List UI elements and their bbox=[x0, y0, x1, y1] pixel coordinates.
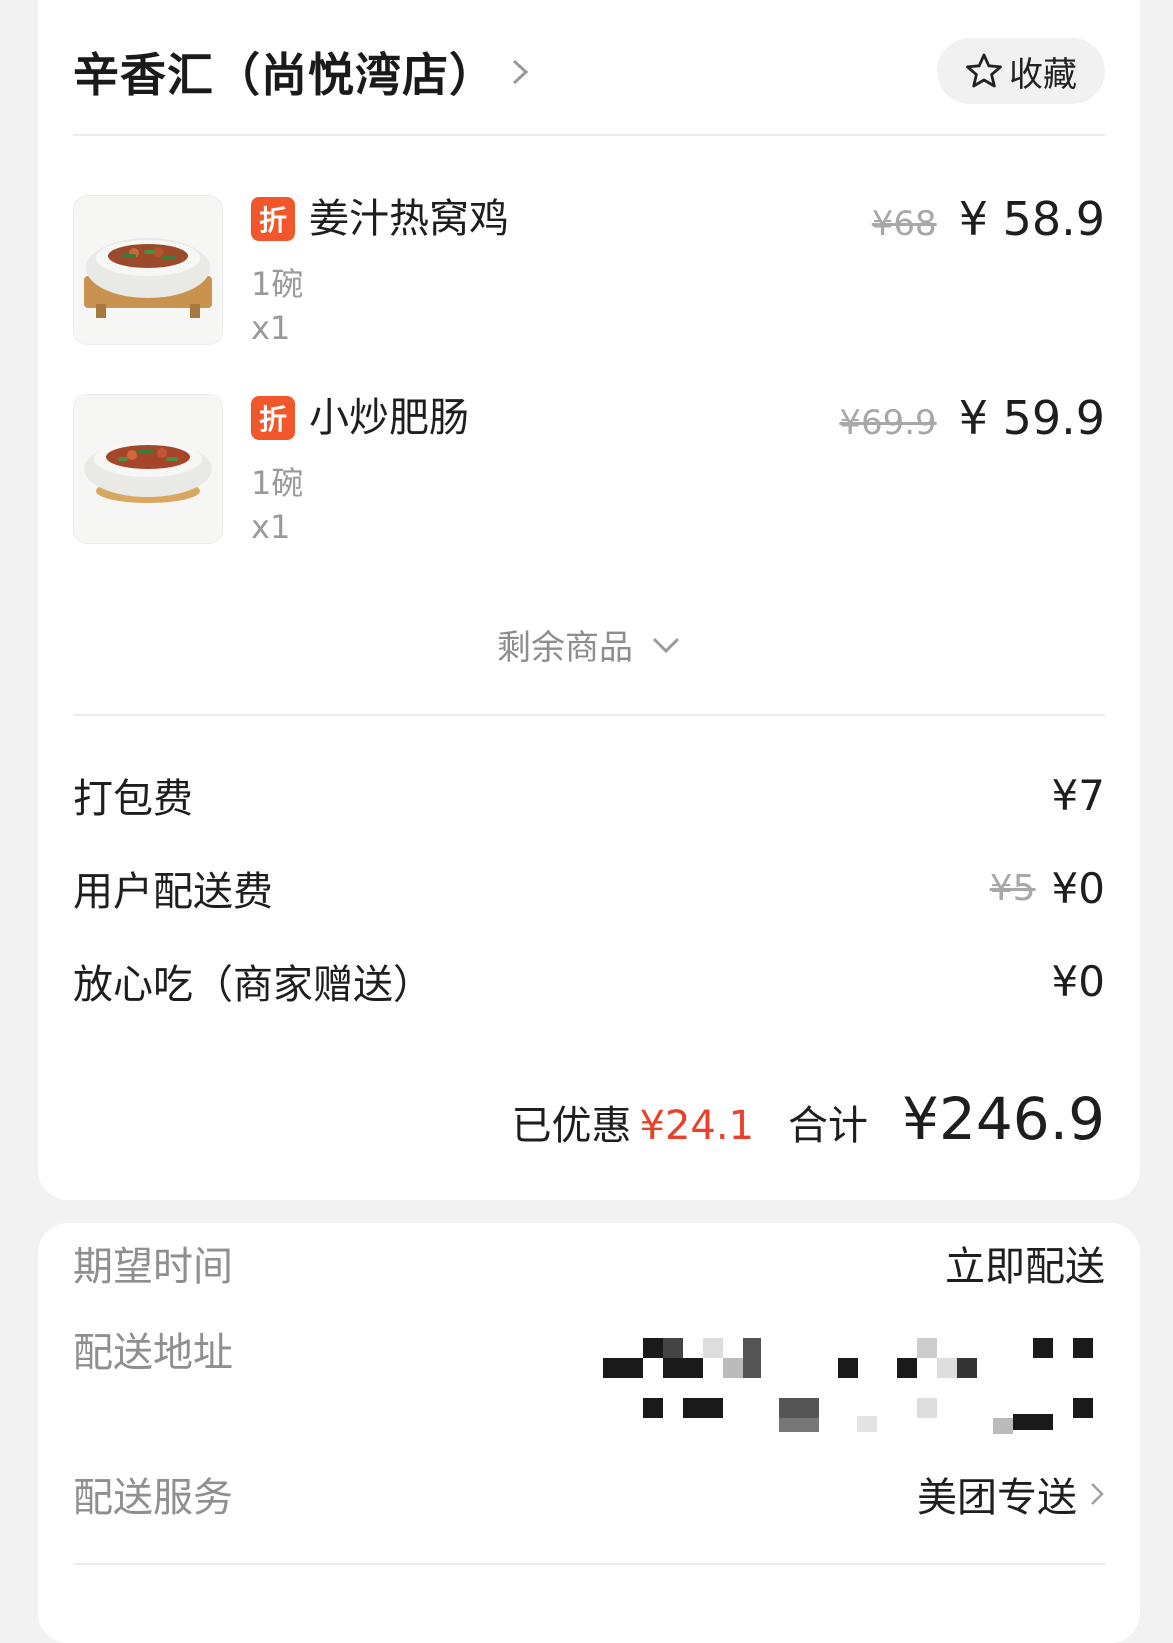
chevron-right-icon bbox=[1091, 1483, 1104, 1505]
discount-badge: 折 bbox=[251, 396, 295, 440]
item-name: 姜汁热窝鸡 bbox=[309, 196, 509, 242]
address-label: 配送地址 bbox=[73, 1330, 233, 1376]
current-price: ¥ 58.9 bbox=[958, 192, 1105, 246]
item-name: 小炒肥肠 bbox=[309, 395, 469, 441]
dish-image bbox=[73, 195, 223, 345]
order-item[interactable]: 折 小炒肥肠 1碗 x1 ¥69.9 ¥ 59.9 bbox=[73, 394, 1105, 546]
fee-amount: ¥7 bbox=[1051, 770, 1105, 820]
chevron-right-icon bbox=[512, 59, 529, 85]
order-total: 已优惠 ¥24.1 合计 ¥246.9 bbox=[512, 1085, 1105, 1153]
delivery-service-row[interactable]: 配送服务 美团专送 bbox=[73, 1465, 1105, 1523]
order-card: 辛香汇（尚悦湾店） 收藏 折 姜汁热窝鸡 1碗 x1 ¥68 ¥ 58.9 折 … bbox=[38, 0, 1140, 1200]
store-name: 辛香汇（尚悦湾店） bbox=[73, 48, 496, 102]
current-price: ¥ 59.9 bbox=[958, 391, 1105, 445]
fee-label: 打包费 bbox=[73, 776, 193, 822]
favorite-label: 收藏 bbox=[1009, 54, 1077, 95]
fee-label: 用户配送费 bbox=[73, 869, 273, 915]
item-spec: 1碗 bbox=[251, 265, 304, 303]
favorite-button[interactable]: 收藏 bbox=[937, 38, 1105, 104]
divider bbox=[73, 1563, 1105, 1565]
redacted-address bbox=[603, 1338, 1103, 1468]
item-spec: 1碗 bbox=[251, 464, 304, 502]
saved-label: 已优惠 bbox=[511, 1103, 632, 1149]
divider bbox=[73, 134, 1105, 136]
service-value: 美团专送 bbox=[917, 1475, 1077, 1521]
packing-fee-row: 打包费 ¥7 bbox=[73, 765, 1105, 825]
fee-label: 放心吃（商家赠送） bbox=[73, 962, 433, 1008]
fee-original: ¥5 bbox=[989, 867, 1036, 909]
item-quantity: x1 bbox=[251, 508, 291, 546]
fee-amount: ¥0 bbox=[1051, 863, 1105, 913]
order-item[interactable]: 折 姜汁热窝鸡 1碗 x1 ¥68 ¥ 58.9 bbox=[73, 195, 1105, 347]
fee-amount: ¥0 bbox=[1051, 956, 1105, 1006]
item-price: ¥68 ¥ 58.9 bbox=[872, 195, 1105, 248]
saved-value: ¥24.1 bbox=[639, 1103, 755, 1149]
item-quantity: x1 bbox=[251, 309, 291, 347]
item-price: ¥69.9 ¥ 59.9 bbox=[839, 394, 1105, 447]
fee-value: ¥0 bbox=[1052, 957, 1105, 1006]
original-price: ¥68 bbox=[871, 204, 937, 244]
fee-value: ¥5 ¥0 bbox=[990, 864, 1105, 913]
total-value: ¥246.9 bbox=[902, 1085, 1105, 1153]
delivery-card: 期望时间 立即配送 配送地址 配送服务 美团专送 bbox=[38, 1223, 1140, 1643]
chevron-down-icon bbox=[652, 637, 680, 653]
fee-value: ¥7 bbox=[1052, 771, 1105, 820]
time-label: 期望时间 bbox=[73, 1244, 233, 1290]
star-icon bbox=[966, 53, 1002, 88]
service-label: 配送服务 bbox=[73, 1475, 233, 1521]
time-value: 立即配送 bbox=[945, 1244, 1105, 1290]
service-value-group: 美团专送 bbox=[917, 1465, 1105, 1523]
original-price: ¥69.9 bbox=[839, 403, 937, 443]
delivery-fee-row: 用户配送费 ¥5 ¥0 bbox=[73, 858, 1105, 918]
more-items-label: 剩余商品 bbox=[497, 628, 633, 668]
discount-badge: 折 bbox=[251, 197, 295, 241]
more-items-toggle[interactable]: 剩余商品 bbox=[38, 620, 1140, 669]
safe-eating-fee-row: 放心吃（商家赠送） ¥0 bbox=[73, 951, 1105, 1011]
divider bbox=[73, 714, 1105, 716]
store-link[interactable]: 辛香汇（尚悦湾店） bbox=[73, 40, 530, 104]
total-label: 合计 bbox=[788, 1103, 869, 1149]
dish-image bbox=[73, 394, 223, 544]
expected-time-row[interactable]: 期望时间 立即配送 bbox=[73, 1237, 1105, 1290]
